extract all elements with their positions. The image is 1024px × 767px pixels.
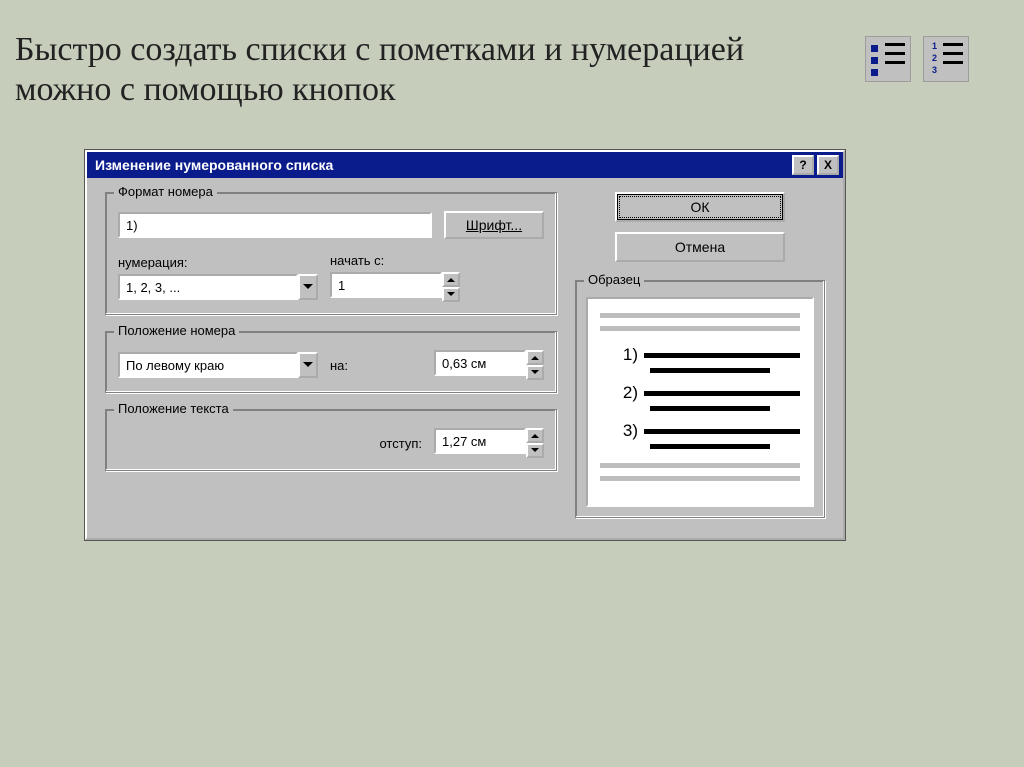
preview-area: 1) 2) 3) (586, 297, 814, 507)
at-label: на: (330, 358, 348, 373)
bullet-list-icon (871, 45, 878, 52)
number-list-icon: 3 (925, 65, 937, 75)
group-sample: Образец 1) 2) 3) (575, 280, 825, 518)
group-format: Формат номера 1) Шрифт... нумерация: 1, … (105, 192, 557, 315)
group-position-number: Положение номера По левому краю на: 0,63… (105, 331, 557, 393)
ok-button[interactable]: ОК (615, 192, 785, 222)
start-label: начать с: (330, 253, 460, 268)
preview-item-number: 1) (600, 345, 644, 365)
number-list-icon: 1 (925, 41, 937, 51)
group-position-number-legend: Положение номера (114, 323, 239, 338)
dialog-window: Изменение нумерованного списка ? X Форма… (85, 150, 845, 540)
spinner-up-icon[interactable] (526, 350, 544, 365)
numbering-select[interactable]: 1, 2, 3, ... (118, 274, 298, 300)
numbering-label: нумерация: (118, 255, 318, 270)
font-button[interactable]: Шрифт... (444, 211, 544, 239)
group-position-text: Положение текста отступ: 1,27 см (105, 409, 557, 471)
bullet-list-icon (871, 57, 878, 64)
start-input[interactable]: 1 (330, 272, 442, 298)
chevron-down-icon[interactable] (298, 352, 318, 378)
align-select[interactable]: По левому краю (118, 352, 298, 378)
spinner-up-icon[interactable] (442, 272, 460, 287)
number-list-icon: 2 (925, 53, 937, 63)
slide-headline: Быстро создать списки с пометками и нуме… (15, 30, 845, 110)
spinner-down-icon[interactable] (526, 365, 544, 380)
group-format-legend: Формат номера (114, 184, 217, 199)
close-button[interactable]: X (817, 155, 839, 175)
group-position-text-legend: Положение текста (114, 401, 233, 416)
preview-item-number: 2) (600, 383, 644, 403)
bullet-list-button[interactable] (865, 36, 911, 82)
spinner-up-icon[interactable] (526, 428, 544, 443)
indent-input[interactable]: 1,27 см (434, 428, 526, 454)
number-list-button[interactable]: 1 2 3 (923, 36, 969, 82)
preview-item-number: 3) (600, 421, 644, 441)
group-sample-legend: Образец (584, 272, 644, 287)
format-input[interactable]: 1) (118, 212, 432, 238)
indent-label: отступ: (379, 436, 422, 451)
cancel-button[interactable]: Отмена (615, 232, 785, 262)
spinner-down-icon[interactable] (526, 443, 544, 458)
help-button[interactable]: ? (792, 155, 814, 175)
at-input[interactable]: 0,63 см (434, 350, 526, 376)
bullet-list-icon (871, 69, 878, 76)
spinner-down-icon[interactable] (442, 287, 460, 302)
chevron-down-icon[interactable] (298, 274, 318, 300)
dialog-title: Изменение нумерованного списка (95, 157, 789, 173)
titlebar: Изменение нумерованного списка ? X (87, 152, 843, 178)
